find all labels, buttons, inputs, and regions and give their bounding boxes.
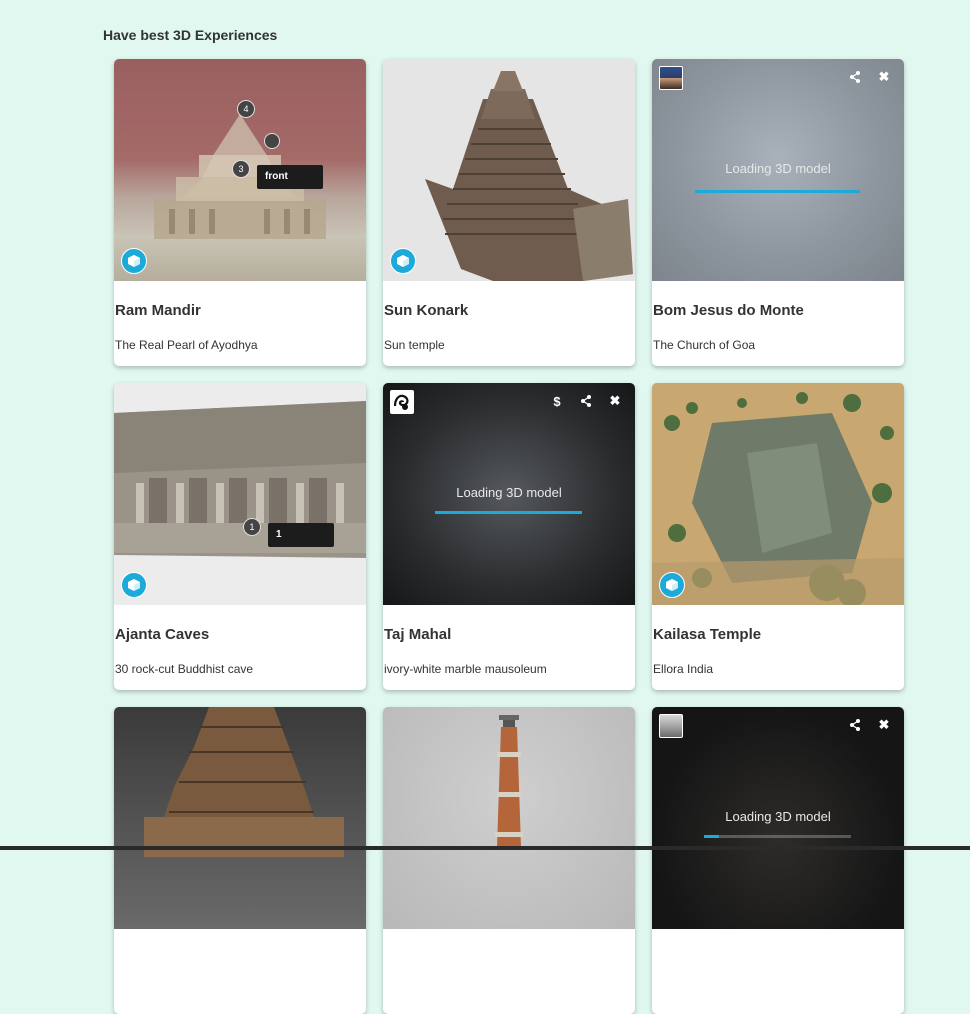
share-icon[interactable]: [578, 393, 594, 409]
temple-model-image: [425, 71, 633, 281]
model-thumbnail[interactable]: [383, 707, 635, 929]
model-viewer[interactable]: ✖ Loading 3D model: [652, 59, 904, 281]
sketchfab-logo-icon[interactable]: [121, 572, 147, 598]
sketchfab-logo-icon[interactable]: [659, 572, 685, 598]
loading-text: Loading 3D model: [725, 809, 831, 824]
model-card[interactable]: Kailasa Temple Ellora India: [652, 383, 904, 690]
model-card[interactable]: ✖ Loading 3D model: [652, 707, 904, 1014]
annotation-tooltip: front: [257, 165, 323, 189]
card-title[interactable]: Taj Mahal: [384, 626, 451, 643]
model-card[interactable]: $ ✖ Loading 3D model Taj Mahal ivory-whi…: [383, 383, 635, 690]
model-viewer[interactable]: $ ✖ Loading 3D model: [383, 383, 635, 605]
hotspot-marker[interactable]: [264, 133, 280, 149]
dollar-icon[interactable]: $: [549, 393, 565, 409]
card-subtitle: Ellora India: [653, 662, 714, 676]
card-subtitle: Sun temple: [384, 338, 445, 352]
sketchfab-logo-icon[interactable]: [121, 248, 147, 274]
model-thumbnail[interactable]: [383, 59, 635, 281]
sketchfab-logo-icon[interactable]: [390, 248, 416, 274]
hotspot-marker[interactable]: 3: [232, 160, 250, 178]
share-icon[interactable]: [847, 69, 863, 85]
loading-progress-fill: [695, 190, 860, 193]
hotspot-marker[interactable]: 1: [243, 518, 261, 536]
chariot-model-image: [144, 707, 344, 857]
bottom-edge-bar: [0, 846, 970, 850]
share-icon[interactable]: [847, 717, 863, 733]
loading-progress-bar: [435, 511, 582, 514]
card-subtitle: The Real Pearl of Ayodhya: [115, 338, 258, 352]
model-card[interactable]: ✖ Loading 3D model Bom Jesus do Monte Th…: [652, 59, 904, 366]
loading-text: Loading 3D model: [725, 161, 831, 176]
model-thumbnail[interactable]: 1 1: [114, 383, 366, 605]
model-card[interactable]: Sun Konark Sun temple: [383, 59, 635, 366]
annotation-tooltip: 1: [268, 523, 334, 547]
card-subtitle: 30 rock-cut Buddhist cave: [115, 662, 254, 676]
loading-text: Loading 3D model: [456, 485, 562, 500]
cave-model-image: [114, 401, 366, 558]
model-thumbnail[interactable]: 4 3 front: [114, 59, 366, 281]
card-title[interactable]: Ajanta Caves: [115, 626, 209, 643]
loading-progress-fill: [435, 511, 582, 514]
temple-model-image: [652, 383, 904, 605]
author-avatar[interactable]: [659, 66, 683, 90]
model-card[interactable]: [114, 707, 366, 1014]
model-viewer[interactable]: ✖ Loading 3D model: [652, 707, 904, 929]
card-subtitle: The Church of Goa: [653, 338, 756, 352]
loading-progress-fill: [704, 835, 719, 838]
close-icon[interactable]: ✖: [876, 69, 892, 85]
loading-progress-bar: [704, 835, 851, 838]
model-card[interactable]: [383, 707, 635, 1014]
author-avatar[interactable]: [659, 714, 683, 738]
section-title: Have best 3D Experiences: [103, 27, 278, 43]
card-title[interactable]: Ram Mandir: [115, 302, 201, 319]
model-grid: 4 3 front Ram Mandir The Real Pearl of A…: [114, 59, 904, 1014]
card-title[interactable]: Kailasa Temple: [653, 626, 761, 643]
model-card[interactable]: 1 1 Ajanta Caves 30 rock-cut Buddhist ca…: [114, 383, 366, 690]
card-subtitle: ivory-white marble mausoleum: [384, 662, 547, 676]
model-card[interactable]: 4 3 front Ram Mandir The Real Pearl of A…: [114, 59, 366, 366]
model-thumbnail[interactable]: [652, 383, 904, 605]
hotspot-marker[interactable]: 4: [237, 100, 255, 118]
author-avatar[interactable]: [390, 390, 414, 414]
close-icon[interactable]: ✖: [876, 717, 892, 733]
minar-model-image: [495, 715, 523, 847]
close-icon[interactable]: ✖: [607, 393, 623, 409]
model-thumbnail[interactable]: [114, 707, 366, 929]
card-title[interactable]: Sun Konark: [384, 302, 468, 319]
loading-progress-bar: [695, 190, 860, 193]
card-title[interactable]: Bom Jesus do Monte: [653, 302, 804, 319]
